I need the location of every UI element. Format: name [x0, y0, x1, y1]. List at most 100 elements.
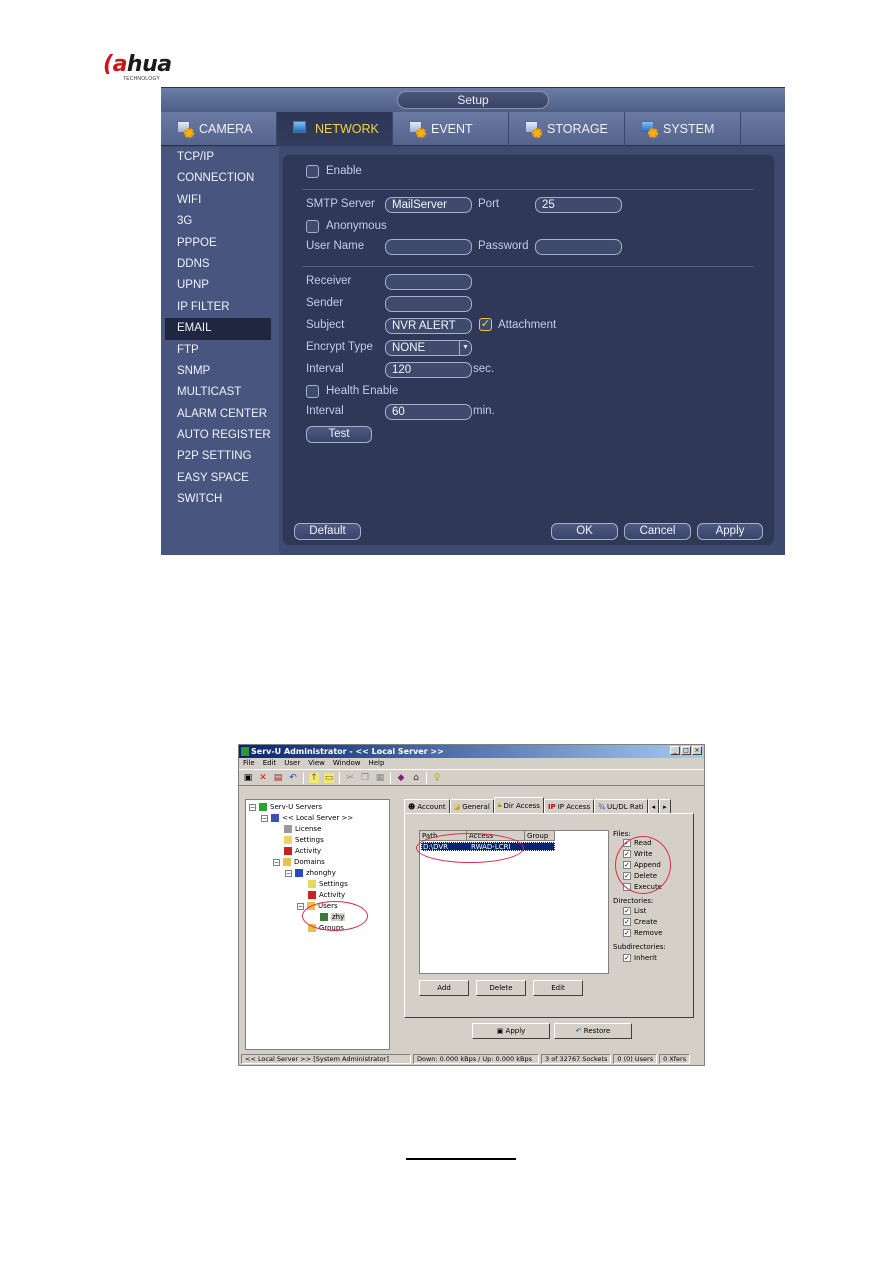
tab-account[interactable]: ☻ Account [404, 799, 450, 813]
tab-system[interactable]: SYSTEM [625, 112, 741, 146]
maximize-button[interactable]: □ [681, 746, 691, 755]
sidebar-item-email[interactable]: EMAIL [165, 318, 271, 340]
cut-icon[interactable]: ✂ [345, 773, 355, 783]
tree-item-settings[interactable]: Settings [284, 836, 324, 844]
create-checkbox[interactable]: ✓ Create [623, 918, 657, 926]
inherit-checkbox[interactable]: ✓ Inherit [623, 954, 657, 962]
tree-item-servers[interactable]: − Serv-U Servers [249, 803, 322, 811]
cancel-button[interactable]: Cancel [624, 523, 691, 540]
tree-item-domains[interactable]: − Domains [273, 858, 325, 866]
apply-button[interactable]: Apply [697, 523, 763, 540]
tab-general[interactable]: ◪ General [449, 799, 494, 813]
health-enable-checkbox[interactable] [306, 385, 319, 398]
tab-scroll-right[interactable]: ▸ [659, 799, 671, 813]
delete-icon[interactable]: ✕ [258, 773, 268, 783]
sidebar-item-connection[interactable]: CONNECTION [161, 168, 279, 189]
tab-network[interactable]: NETWORK [277, 112, 393, 146]
sidebar-item-auto-register[interactable]: AUTO REGISTER [161, 425, 279, 446]
tree-item-domain-settings[interactable]: Settings [308, 880, 348, 888]
test-button[interactable]: Test [306, 426, 372, 443]
undo-icon[interactable]: ↶ [288, 773, 298, 783]
server-icon[interactable]: ⌂ [411, 773, 421, 783]
tab-ip-access[interactable]: IP IP Access [543, 799, 595, 813]
password-input[interactable] [535, 239, 622, 255]
tab-event[interactable]: EVENT [393, 112, 509, 146]
smtp-server-input[interactable]: MailServer [385, 197, 472, 213]
toolbar: ▣ ✕ ▤ ↶ ↑ ▭ ✂ ❐ ▦ ◆ ⌂ ♀ [239, 769, 704, 786]
save-as-icon[interactable]: ▤ [273, 773, 283, 783]
books-icon[interactable]: ◆ [396, 773, 406, 783]
sidebar-item-p2p-setting[interactable]: P2P SETTING [161, 446, 279, 467]
paste-icon[interactable]: ▦ [375, 773, 385, 783]
sidebar-item-wifi[interactable]: WIFI [161, 190, 279, 211]
tree-item-activity[interactable]: Activity [284, 847, 321, 855]
receiver-input[interactable] [385, 274, 472, 290]
attachment-checkbox[interactable]: ✓ [479, 318, 492, 331]
sidebar-item-ip-filter[interactable]: IP FILTER [161, 297, 279, 318]
logo-accent: ( [103, 52, 113, 77]
ok-button[interactable]: OK [551, 523, 618, 540]
sidebar-item-pppoe[interactable]: PPPOE [161, 233, 279, 254]
collapse-icon[interactable]: − [297, 902, 304, 910]
copy-icon[interactable]: ❐ [360, 773, 370, 783]
tab-ul-dl-ratio[interactable]: ¾ UL/DL Rati [594, 799, 648, 813]
collapse-icon[interactable]: − [285, 869, 292, 877]
tab-camera[interactable]: CAMERA [161, 112, 277, 146]
sender-input[interactable] [385, 296, 472, 312]
collapse-icon[interactable]: − [249, 803, 256, 811]
tab-dir-access[interactable]: 🔒︎ Dir Access [493, 797, 544, 813]
port-label: Port [478, 198, 500, 210]
list-checkbox[interactable]: ✓ List [623, 907, 646, 915]
encrypt-type-select[interactable]: NONE ▼ [385, 340, 472, 356]
menu-file[interactable]: File [243, 758, 255, 769]
add-button[interactable]: Add [419, 980, 469, 996]
sidebar-item-switch[interactable]: SWITCH [161, 489, 279, 510]
sidebar-item-multicast[interactable]: MULTICAST [161, 382, 279, 403]
collapse-icon[interactable]: − [273, 858, 280, 866]
sidebar-item-ftp[interactable]: FTP [161, 340, 279, 361]
remove-checkbox[interactable]: ✓ Remove [623, 929, 662, 937]
menu-edit[interactable]: Edit [263, 758, 277, 769]
sidebar-item-3g[interactable]: 3G [161, 211, 279, 232]
sidebar-item-alarm-center[interactable]: ALARM CENTER [161, 404, 279, 425]
menu-window[interactable]: Window [333, 758, 361, 769]
sidebar-item-tcpip[interactable]: TCP/IP [161, 147, 279, 168]
folder-icon[interactable]: ▭ [324, 772, 334, 783]
servu-app-icon [241, 747, 249, 756]
port-input[interactable]: 25 [535, 197, 622, 213]
up-folder-icon[interactable]: ↑ [309, 772, 319, 783]
tab-storage[interactable]: STORAGE [509, 112, 625, 146]
tree-item-license[interactable]: License [284, 825, 321, 833]
minimize-button[interactable]: _ [670, 746, 680, 755]
dropdown-arrow-icon[interactable]: ▼ [459, 341, 471, 355]
dir-access-page: Path Access Group D:\DVR RWAD-LCRI Files… [404, 813, 694, 1018]
subject-input[interactable]: NVR ALERT [385, 318, 472, 334]
sidebar-item-snmp[interactable]: SNMP [161, 361, 279, 382]
close-button[interactable]: × [692, 746, 702, 755]
health-interval-input[interactable]: 60 [385, 404, 472, 420]
edit-button[interactable]: Edit [533, 980, 583, 996]
tree-item-domain[interactable]: − zhonghy [285, 869, 336, 877]
restore-button[interactable]: ↶ Restore [554, 1023, 632, 1039]
tree-item-local-server[interactable]: − << Local Server >> [261, 814, 353, 822]
save-icon[interactable]: ▣ [243, 773, 253, 783]
anonymous-checkbox[interactable] [306, 220, 319, 233]
sidebar-item-easy-space[interactable]: EASY SPACE [161, 468, 279, 489]
collapse-icon[interactable]: − [261, 814, 268, 822]
default-button[interactable]: Default [294, 523, 361, 540]
tab-scroll-left[interactable]: ◂ [647, 799, 660, 813]
username-input[interactable] [385, 239, 472, 255]
annotation-circle [416, 833, 524, 863]
tree-item-domain-activity[interactable]: Activity [308, 891, 345, 899]
sidebar-item-ddns[interactable]: DDNS [161, 254, 279, 275]
menu-user[interactable]: User [284, 758, 300, 769]
menu-help[interactable]: Help [368, 758, 384, 769]
column-group[interactable]: Group [525, 831, 555, 841]
delete-button[interactable]: Delete [476, 980, 526, 996]
servu-apply-button[interactable]: ▣ Apply [472, 1023, 550, 1039]
interval-input[interactable]: 120 [385, 362, 472, 378]
key-icon[interactable]: ♀ [432, 773, 442, 783]
sidebar-item-upnp[interactable]: UPNP [161, 275, 279, 296]
menu-view[interactable]: View [308, 758, 325, 769]
enable-checkbox[interactable] [306, 165, 319, 178]
